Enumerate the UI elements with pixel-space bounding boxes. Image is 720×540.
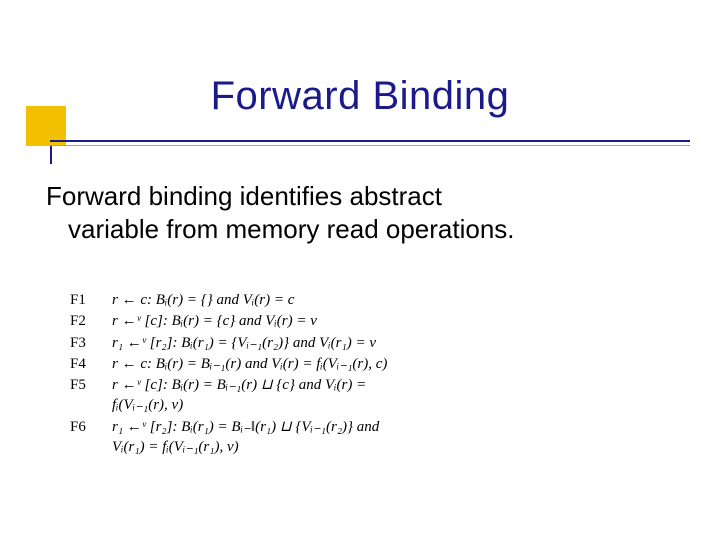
rule-tag: F3 [70, 333, 112, 354]
rule-tag: F5 [70, 375, 112, 417]
rule-tag: F2 [70, 311, 112, 332]
rule-row-f5: F5 r ←ᵛ [c]: Bᵢ(r) = Bᵢ₋₁(r) ⊔ {c} and V… [70, 375, 395, 417]
rule-row-f3: F3 r₁ ←ᵛ [r₂]: Bᵢ(r₁) = {Vᵢ₋₁(r₂)} and V… [70, 333, 395, 354]
rule-text: r ← c: Bᵢ(r) = {} and Vᵢ(r) = c [112, 290, 395, 311]
rule-text-line: r ←ᵛ [c]: Bᵢ(r) = Bᵢ₋₁(r) ⊔ {c} and Vᵢ(r… [112, 377, 366, 393]
rule-text: r ←ᵛ [c]: Bᵢ(r) = Bᵢ₋₁(r) ⊔ {c} and Vᵢ(r… [112, 375, 395, 417]
divider-tick [50, 146, 52, 164]
rule-text: r₁ ←ᵛ [r₂]: Bᵢ(r₁) = {Vᵢ₋₁(r₂)} and Vᵢ(r… [112, 333, 395, 354]
slide-title: Forward Binding [211, 74, 510, 118]
body-text: Forward binding identifies abstract vari… [46, 180, 660, 245]
rules-block: F1 r ← c: Bᵢ(r) = {} and Vᵢ(r) = c F2 r … [70, 290, 395, 458]
divider-shadow [50, 145, 690, 146]
rule-row-f4: F4 r ← c: Bᵢ(r) = Bᵢ₋₁(r) and Vᵢ(r) = fᵢ… [70, 354, 395, 375]
divider-line [50, 140, 690, 142]
rule-tag: F4 [70, 354, 112, 375]
body-line-1: Forward binding identifies abstract [46, 180, 660, 213]
rule-row-f6: F6 r₁ ←ᵛ [r₂]: Bᵢ(r₁) = Bᵢ₋‖(r₁) ⊔ {Vᵢ₋₁… [70, 417, 395, 459]
rule-row-f2: F2 r ←ᵛ [c]: Bᵢ(r) = {c} and Vᵢ(r) = v [70, 311, 395, 332]
slide: Forward Binding Forward binding identifi… [0, 0, 720, 540]
rule-tag: F6 [70, 417, 112, 459]
title-container: Forward Binding [0, 74, 720, 119]
rule-tag: F1 [70, 290, 112, 311]
rule-text: r₁ ←ᵛ [r₂]: Bᵢ(r₁) = Bᵢ₋‖(r₁) ⊔ {Vᵢ₋₁(r₂… [112, 417, 395, 459]
rule-text-cont: Vᵢ(r₁) = fᵢ(Vᵢ₋₁(r₁), v) [112, 437, 387, 457]
rule-text: r ← c: Bᵢ(r) = Bᵢ₋₁(r) and Vᵢ(r) = fᵢ(Vᵢ… [112, 354, 395, 375]
rule-text-line: r₁ ←ᵛ [r₂]: Bᵢ(r₁) = Bᵢ₋‖(r₁) ⊔ {Vᵢ₋₁(r₂… [112, 419, 379, 435]
rule-text-cont: fᵢ(Vᵢ₋₁(r), v) [112, 395, 387, 415]
rule-row-f1: F1 r ← c: Bᵢ(r) = {} and Vᵢ(r) = c [70, 290, 395, 311]
body-line-2: variable from memory read operations. [46, 213, 660, 246]
rule-text: r ←ᵛ [c]: Bᵢ(r) = {c} and Vᵢ(r) = v [112, 311, 395, 332]
